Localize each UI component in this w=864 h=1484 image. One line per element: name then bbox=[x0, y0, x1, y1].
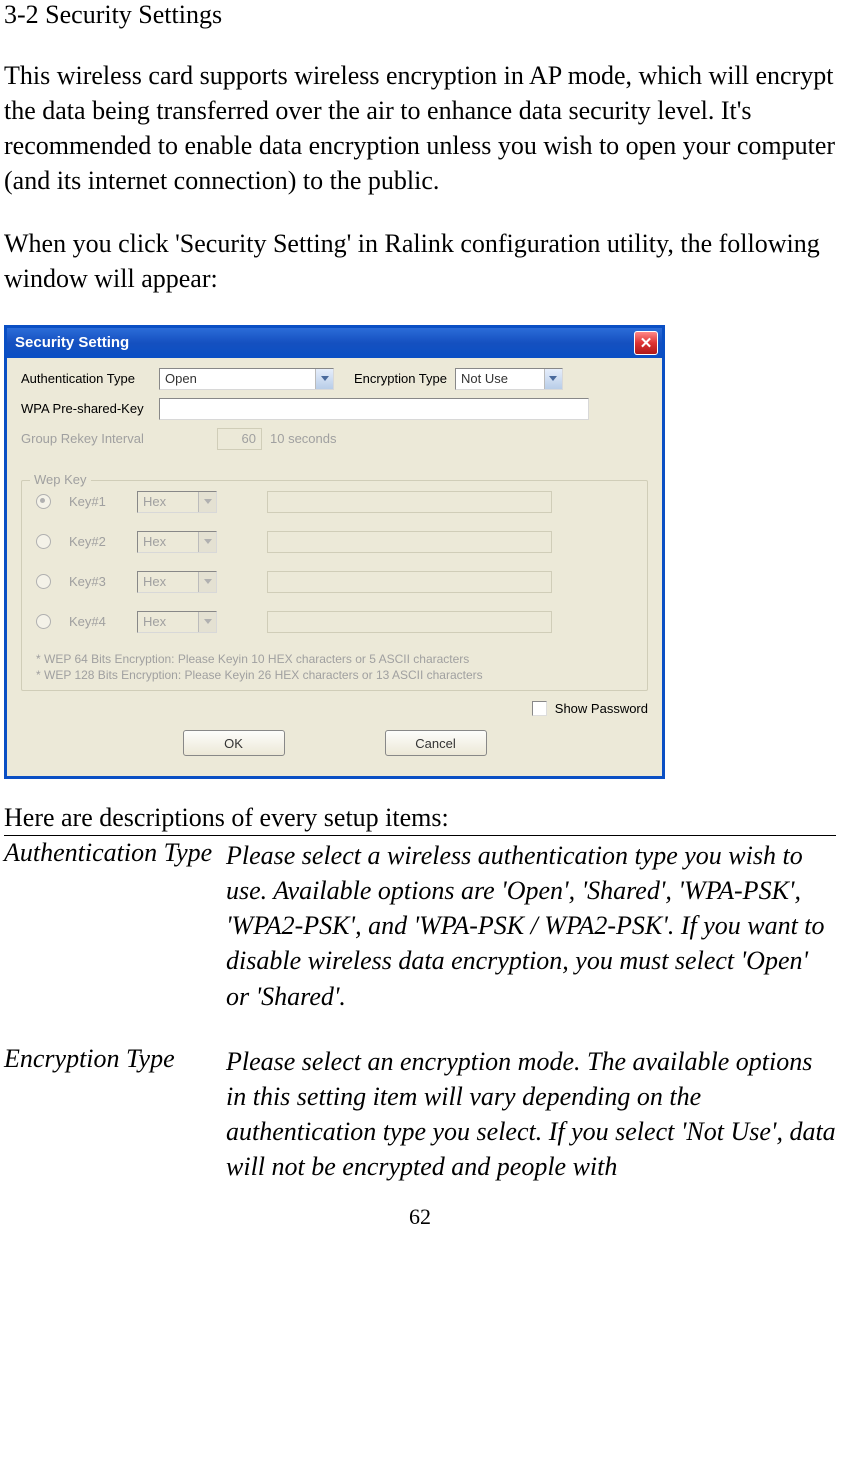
dialog-titlebar[interactable]: Security Setting ✕ bbox=[7, 328, 662, 358]
desc-term-enc: Encryption Type bbox=[4, 1044, 226, 1184]
wep-key-row-1: Key#1 Hex bbox=[36, 491, 633, 513]
wep-key3-label: Key#3 bbox=[69, 574, 127, 589]
rekey-value-input: 60 bbox=[217, 428, 262, 450]
wep-key3-format-value: Hex bbox=[138, 574, 198, 589]
desc-row-enc: Encryption Type Please select an encrypt… bbox=[4, 1042, 836, 1184]
auth-type-value: Open bbox=[160, 371, 315, 386]
wep-key2-format-dropdown: Hex bbox=[137, 531, 217, 553]
psk-input[interactable] bbox=[159, 398, 589, 420]
chevron-down-icon bbox=[544, 369, 562, 389]
desc-def-auth: Please select a wireless authentication … bbox=[226, 838, 836, 1013]
section-heading: 3-2 Security Settings bbox=[4, 0, 836, 30]
wep-key1-label: Key#1 bbox=[69, 494, 127, 509]
intro-paragraph-2: When you click 'Security Setting' in Ral… bbox=[4, 226, 836, 296]
desc-table: Authentication Type Please select a wire… bbox=[4, 835, 836, 1184]
wep-key2-input bbox=[267, 531, 552, 553]
wep-hint-1: * WEP 64 Bits Encryption: Please Keyin 1… bbox=[36, 651, 633, 668]
rekey-label: Group Rekey Interval bbox=[21, 431, 151, 446]
wep-key1-input bbox=[267, 491, 552, 513]
enc-type-value: Not Use bbox=[456, 371, 544, 386]
chevron-down-icon bbox=[198, 492, 216, 512]
wep-key4-format-value: Hex bbox=[138, 614, 198, 629]
desc-intro: Here are descriptions of every setup ite… bbox=[4, 803, 836, 833]
auth-type-dropdown[interactable]: Open bbox=[159, 368, 334, 390]
cancel-button[interactable]: Cancel bbox=[385, 730, 487, 756]
psk-label: WPA Pre-shared-Key bbox=[21, 401, 151, 416]
wep-key-row-4: Key#4 Hex bbox=[36, 611, 633, 633]
enc-type-label: Encryption Type bbox=[354, 371, 447, 386]
wep-key4-format-dropdown: Hex bbox=[137, 611, 217, 633]
wep-key1-format-dropdown: Hex bbox=[137, 491, 217, 513]
rekey-unit: 10 seconds bbox=[270, 431, 337, 446]
enc-type-dropdown[interactable]: Not Use bbox=[455, 368, 563, 390]
wep-key-row-2: Key#2 Hex bbox=[36, 531, 633, 553]
dialog-title: Security Setting bbox=[15, 334, 129, 351]
auth-type-label: Authentication Type bbox=[21, 371, 151, 386]
chevron-down-icon bbox=[315, 369, 333, 389]
chevron-down-icon bbox=[198, 572, 216, 592]
wep-key1-radio bbox=[36, 494, 51, 509]
wep-key1-format-value: Hex bbox=[138, 494, 198, 509]
wep-key2-radio bbox=[36, 534, 51, 549]
desc-term-auth: Authentication Type bbox=[4, 838, 226, 1013]
wep-key3-radio bbox=[36, 574, 51, 589]
wep-key3-input bbox=[267, 571, 552, 593]
show-password-label: Show Password bbox=[555, 701, 648, 716]
chevron-down-icon bbox=[198, 532, 216, 552]
wep-key-group: Wep Key Key#1 Hex Key#2 Hex bbox=[21, 480, 648, 692]
wep-key2-label: Key#2 bbox=[69, 534, 127, 549]
page-number: 62 bbox=[4, 1204, 836, 1230]
intro-paragraph-1: This wireless card supports wireless enc… bbox=[4, 58, 836, 198]
show-password-checkbox[interactable] bbox=[532, 701, 547, 716]
wep-key4-radio bbox=[36, 614, 51, 629]
desc-def-enc: Please select an encryption mode. The av… bbox=[226, 1044, 836, 1184]
ok-button[interactable]: OK bbox=[183, 730, 285, 756]
security-setting-dialog: Security Setting ✕ Authentication Type O… bbox=[4, 325, 665, 780]
wep-key4-label: Key#4 bbox=[69, 614, 127, 629]
chevron-down-icon bbox=[198, 612, 216, 632]
wep-key4-input bbox=[267, 611, 552, 633]
wep-key2-format-value: Hex bbox=[138, 534, 198, 549]
wep-key3-format-dropdown: Hex bbox=[137, 571, 217, 593]
wep-key-legend: Wep Key bbox=[30, 472, 91, 487]
desc-row-auth: Authentication Type Please select a wire… bbox=[4, 836, 836, 1013]
wep-hint-2: * WEP 128 Bits Encryption: Please Keyin … bbox=[36, 667, 633, 684]
wep-key-row-3: Key#3 Hex bbox=[36, 571, 633, 593]
close-icon[interactable]: ✕ bbox=[634, 331, 658, 355]
